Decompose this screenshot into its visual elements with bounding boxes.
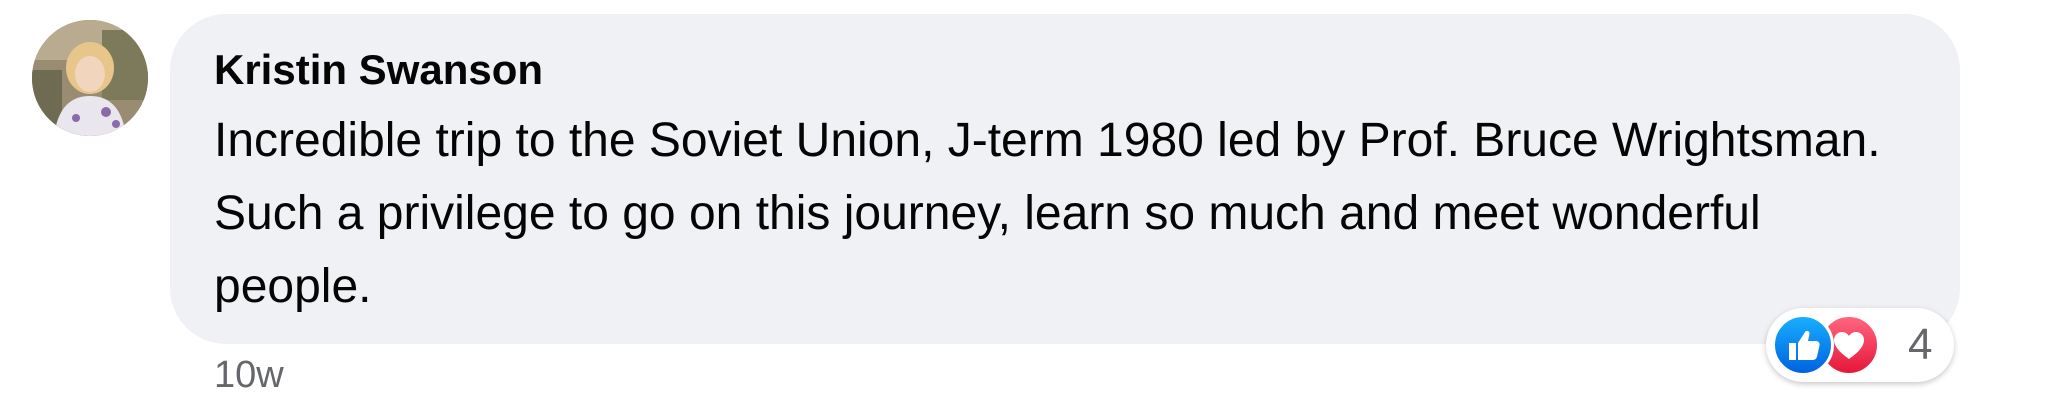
reactions-summary[interactable]: 4 (1766, 308, 1954, 382)
avatar[interactable] (32, 20, 148, 136)
reaction-count: 4 (1908, 320, 1933, 369)
like-icon (1772, 314, 1834, 376)
comment-text: Incredible trip to the Soviet Union, J-t… (214, 114, 1881, 313)
profile-photo-icon (32, 20, 148, 136)
comment-author-name[interactable]: Kristin Swanson (214, 46, 543, 94)
comment-timestamp[interactable]: 10w (214, 354, 284, 397)
comment-container: Kristin Swanson Incredible trip to the S… (0, 0, 2054, 404)
